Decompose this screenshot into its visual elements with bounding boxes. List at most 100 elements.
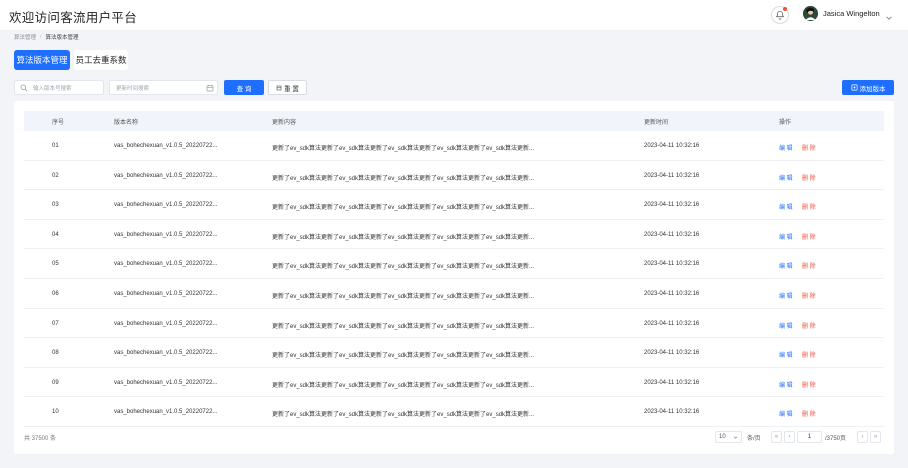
table-row: 09 vas_bohechexuan_v1.0.5_20220722... 更新了e… — [24, 368, 884, 398]
table-row: 04 vas_bohechexuan_v1.0.5_20220722... 更新了e… — [24, 220, 884, 250]
cell-time: 2023-04-11 10:32:16 — [644, 350, 700, 357]
breadcrumb: 算法管理 / 算法版本管理 — [14, 33, 79, 41]
table-row: 05 vas_bohechexuan_v1.0.5_20220722... 更新了e… — [24, 249, 884, 279]
delete-button[interactable]: 删 除 — [802, 409, 816, 418]
notification-dot — [783, 7, 787, 11]
cell-seq: 08 — [52, 350, 59, 357]
cell-name: vas_bohechexuan_v1.0.5_20220722... — [114, 291, 218, 297]
avatar[interactable] — [803, 6, 818, 21]
table-row: 07 vas_bohechexuan_v1.0.5_20220722... 更新了e… — [24, 309, 884, 339]
cell-name: vas_bohechexuan_v1.0.5_20220722... — [114, 202, 218, 209]
delete-button[interactable]: 删 除 — [802, 350, 816, 359]
cell-seq: 10 — [52, 409, 59, 416]
delete-button[interactable]: 删 除 — [802, 291, 816, 300]
breadcrumb-separator: / — [40, 34, 42, 40]
cell-seq: 04 — [52, 231, 59, 238]
cell-time: 2023-04-11 10:32:16 — [644, 379, 700, 386]
edit-button[interactable]: 编 辑 — [779, 380, 793, 389]
search-icon — [20, 84, 28, 91]
edit-button[interactable]: 编 辑 — [779, 321, 793, 330]
delete-button[interactable]: 删 除 — [802, 232, 816, 241]
table-row: 10 vas_bohechexuan_v1.0.5_20220722... 更新了e… — [24, 397, 884, 427]
table-row: 06 vas_bohechexuan_v1.0.5_20220722... 更新了e… — [24, 279, 884, 309]
cell-time: 2023-04-11 10:32:16 — [644, 261, 700, 268]
cell-seq: 09 — [52, 379, 59, 386]
edit-button[interactable]: 编 辑 — [779, 409, 793, 418]
delete-button[interactable]: 删 除 — [802, 380, 816, 389]
cell-name: vas_bohechexuan_v1.0.5_20220722... — [114, 261, 218, 268]
cell-name: vas_bohechexuan_v1.0.5_20220722... — [114, 231, 218, 238]
delete-button[interactable]: 删 除 — [802, 143, 816, 152]
cell-name: vas_bohechexuan_v1.0.5_20220722... — [114, 409, 218, 416]
date-search-input[interactable]: 更新时间搜索 — [109, 80, 218, 95]
cell-seq: 01 — [52, 143, 59, 149]
edit-button[interactable]: 编 辑 — [779, 261, 793, 270]
reset-icon — [276, 85, 282, 90]
cell-content: 更新了ev_sdk算法更新了ev_sdk算法更新了ev_sdk算法更新了ev_s… — [272, 175, 535, 182]
table-row: 03 vas_bohechexuan_v1.0.5_20220722... 更新了e… — [24, 190, 884, 220]
edit-button[interactable]: 编 辑 — [779, 143, 793, 152]
column-header-actions: 操作 — [779, 120, 792, 126]
add-version-button[interactable]: 添加版本 — [842, 80, 894, 95]
cell-time: 2023-04-11 10:32:16 — [644, 291, 700, 297]
edit-button[interactable]: 编 辑 — [779, 291, 793, 300]
first-page-button[interactable]: « — [771, 431, 782, 443]
delete-button[interactable]: 删 除 — [802, 321, 816, 330]
edit-button[interactable]: 编 辑 — [779, 232, 793, 241]
cell-content: 更新了ev_sdk算法更新了ev_sdk算法更新了ev_sdk算法更新了ev_s… — [272, 234, 535, 241]
reset-button[interactable]: 重 置 — [268, 80, 307, 95]
cell-time: 2023-04-11 10:32:16 — [644, 409, 700, 416]
cell-content: 更新了ev_sdk算法更新了ev_sdk算法更新了ev_sdk算法更新了ev_s… — [272, 323, 535, 330]
cell-time: 2023-04-11 10:32:16 — [644, 320, 700, 327]
column-header-content: 更新内容 — [272, 120, 297, 126]
edit-button[interactable]: 编 辑 — [779, 350, 793, 359]
cell-content: 更新了ev_sdk算法更新了ev_sdk算法更新了ev_sdk算法更新了ev_s… — [272, 382, 535, 389]
cell-seq: 02 — [52, 172, 59, 179]
search-placeholder: 输入版本号搜索 — [33, 85, 72, 92]
table-header: 序号 版本名称 更新内容 更新时间 操作 — [24, 111, 884, 131]
breadcrumb-parent[interactable]: 算法管理 — [14, 33, 36, 41]
cell-content: 更新了ev_sdk算法更新了ev_sdk算法更新了ev_sdk算法更新了ev_s… — [272, 412, 535, 419]
reset-label: 重 置 — [284, 85, 299, 93]
cell-content: 更新了ev_sdk算法更新了ev_sdk算法更新了ev_sdk算法更新了ev_s… — [272, 264, 535, 271]
total-count: 共 37500 条 — [24, 436, 57, 442]
cell-content: 更新了ev_sdk算法更新了ev_sdk算法更新了ev_sdk算法更新了ev_s… — [272, 353, 535, 360]
edit-button[interactable]: 编 辑 — [779, 173, 793, 182]
tab-staff-dedup[interactable]: 员工去重系数 — [74, 50, 128, 70]
cell-time: 2023-04-11 10:32:16 — [644, 143, 700, 149]
cell-time: 2023-04-11 10:32:16 — [644, 231, 700, 238]
delete-button[interactable]: 删 除 — [802, 202, 816, 211]
prev-page-button[interactable]: ‹ — [784, 431, 795, 443]
cell-seq: 05 — [52, 261, 59, 268]
table-row: 02 vas_bohechexuan_v1.0.5_20220722... 更新了e… — [24, 161, 884, 191]
last-page-button[interactable]: » — [870, 431, 881, 443]
delete-button[interactable]: 删 除 — [802, 173, 816, 182]
total-pages: /3750页 — [825, 435, 847, 442]
cell-name: vas_bohechexuan_v1.0.5_20220722... — [114, 320, 218, 327]
page-size-select[interactable]: 10 — [715, 431, 742, 443]
query-button[interactable]: 查 询 — [224, 80, 264, 95]
column-header-seq: 序号 — [52, 120, 65, 126]
edit-button[interactable]: 编 辑 — [779, 202, 793, 211]
cell-time: 2023-04-11 10:32:16 — [644, 172, 700, 179]
column-header-time: 更新时间 — [644, 120, 669, 126]
tab-algorithm-version[interactable]: 算法版本管理 — [14, 50, 70, 70]
bell-icon — [776, 10, 784, 20]
page-size-unit: 条/页 — [747, 435, 761, 442]
calendar-icon — [206, 85, 214, 92]
table-row: 08 vas_bohechexuan_v1.0.5_20220722... 更新了e… — [24, 338, 884, 368]
cell-name: vas_bohechexuan_v1.0.5_20220722... — [114, 350, 218, 357]
chevron-down-icon[interactable] — [885, 9, 893, 27]
cell-seq: 06 — [52, 291, 59, 297]
cell-content: 更新了ev_sdk算法更新了ev_sdk算法更新了ev_sdk算法更新了ev_s… — [272, 205, 535, 212]
user-name[interactable]: Jasica Wingelton — [823, 9, 880, 18]
next-page-button[interactable]: › — [857, 431, 868, 443]
date-placeholder: 更新时间搜索 — [116, 85, 150, 92]
cell-seq: 07 — [52, 320, 59, 327]
page-number-input[interactable]: 1 — [797, 431, 822, 443]
version-search-input[interactable]: 输入版本号搜索 — [14, 80, 104, 95]
table-row: 01 vas_bohechexuan_v1.0.5_20220722... 更新了e… — [24, 131, 884, 161]
cell-content: 更新了ev_sdk算法更新了ev_sdk算法更新了ev_sdk算法更新了ev_s… — [272, 146, 535, 152]
delete-button[interactable]: 删 除 — [802, 261, 816, 270]
cell-name: vas_bohechexuan_v1.0.5_20220722... — [114, 379, 218, 386]
